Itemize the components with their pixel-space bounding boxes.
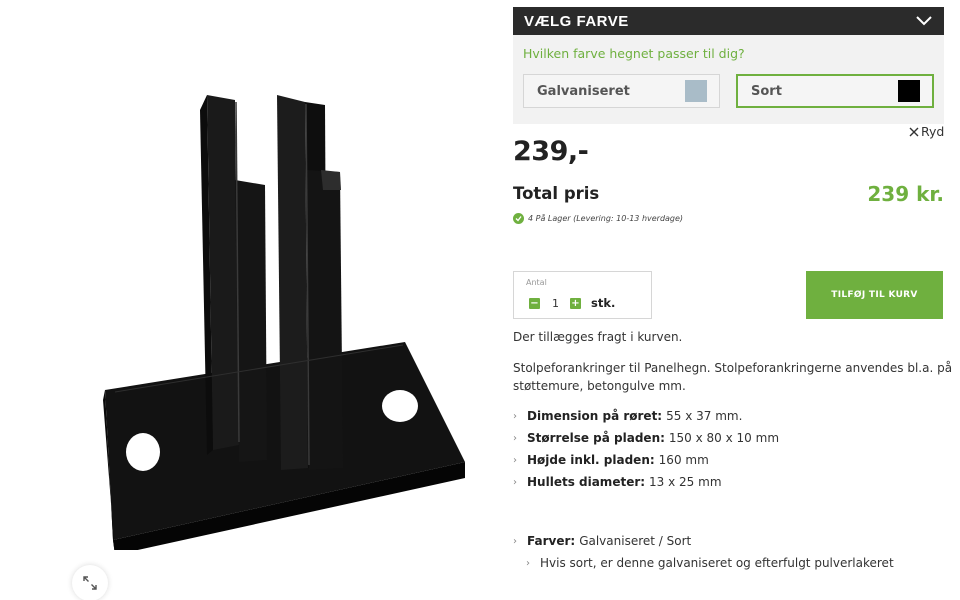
stock-status: 4 På Lager (Levering: 10-13 hverdage) (513, 213, 683, 224)
color-selector-title: VÆLG FARVE (524, 12, 629, 30)
chevron-right-icon: › (513, 454, 517, 466)
color-option-label: Galvaniseret (537, 83, 630, 99)
increment-button[interactable]: + (570, 298, 581, 309)
chevron-right-icon: › (513, 535, 517, 547)
total-price-value: 239 kr. (867, 182, 944, 206)
spec-label: Hullets diameter: (527, 475, 646, 489)
chevron-right-icon: › (513, 410, 517, 422)
product-image-area (0, 0, 500, 600)
clear-label: Ryd (921, 124, 945, 139)
colors-label: Farver: (527, 534, 576, 548)
list-item: › Højde inkl. pladen: 160 mm (513, 449, 779, 471)
chevron-right-icon: › (526, 557, 530, 569)
list-item: › Størrelse på pladen: 150 x 80 x 10 mm (513, 427, 779, 449)
color-chip (898, 80, 920, 102)
product-image[interactable] (95, 90, 475, 550)
quantity-input[interactable] (543, 295, 568, 311)
spec-label: Størrelse på pladen: (527, 431, 665, 445)
freight-note: Der tillægges fragt i kurven. (513, 330, 683, 344)
list-item: › Farver: Galvaniseret / Sort (513, 530, 894, 552)
spec-value: 13 x 25 mm (649, 475, 722, 489)
list-item: › Hullets diameter: 13 x 25 mm (513, 471, 779, 493)
chevron-right-icon: › (513, 432, 517, 444)
close-icon (909, 127, 919, 136)
total-price-label: Total pris (513, 184, 600, 203)
spec-label: Højde inkl. pladen: (527, 453, 655, 467)
clear-button[interactable]: Ryd (909, 124, 944, 139)
check-icon (513, 213, 524, 224)
color-selector-header[interactable]: VÆLG FARVE (513, 7, 944, 35)
color-option-sort[interactable]: Sort (736, 74, 934, 108)
colors-info: › Farver: Galvaniseret / Sort › Hvis sor… (513, 530, 894, 574)
zoom-button[interactable] (72, 565, 108, 600)
product-description: Stolpeforankringer til Panelhegn. Stolpe… (513, 361, 953, 393)
spec-label: Dimension på røret: (527, 409, 663, 423)
color-option-galvaniseret[interactable]: Galvaniseret (523, 74, 720, 108)
expand-icon (83, 576, 97, 590)
chevron-down-icon (916, 16, 932, 26)
colors-value: Galvaniseret / Sort (579, 534, 692, 548)
quantity-label: Antal (526, 278, 547, 287)
list-item: › Dimension på røret: 55 x 37 mm. (513, 405, 779, 427)
color-option-label: Sort (751, 83, 782, 99)
list-item: › Hvis sort, er denne galvaniseret og ef… (513, 552, 894, 574)
color-question: Hvilken farve hegnet passer til dig? (523, 46, 745, 61)
spec-value: 160 mm (658, 453, 709, 467)
add-to-cart-button[interactable]: TILFØJ TIL KURV (806, 271, 943, 319)
quantity-unit: stk. (591, 296, 616, 310)
spec-value: 150 x 80 x 10 mm (668, 431, 780, 445)
decrement-button[interactable]: − (529, 298, 540, 309)
color-chip (685, 80, 707, 102)
color-selector: VÆLG FARVE Hvilken farve hegnet passer t… (513, 7, 944, 124)
stock-text: 4 På Lager (Levering: 10-13 hverdage) (528, 214, 684, 223)
chevron-right-icon: › (513, 476, 517, 488)
product-price: 239,- (513, 136, 589, 167)
spec-value: 55 x 37 mm. (666, 409, 743, 423)
colors-sub: Hvis sort, er denne galvaniseret og efte… (540, 556, 894, 570)
quantity-stepper: Antal − + stk. (513, 271, 652, 319)
spec-list: › Dimension på røret: 55 x 37 mm. › Stør… (513, 405, 779, 493)
